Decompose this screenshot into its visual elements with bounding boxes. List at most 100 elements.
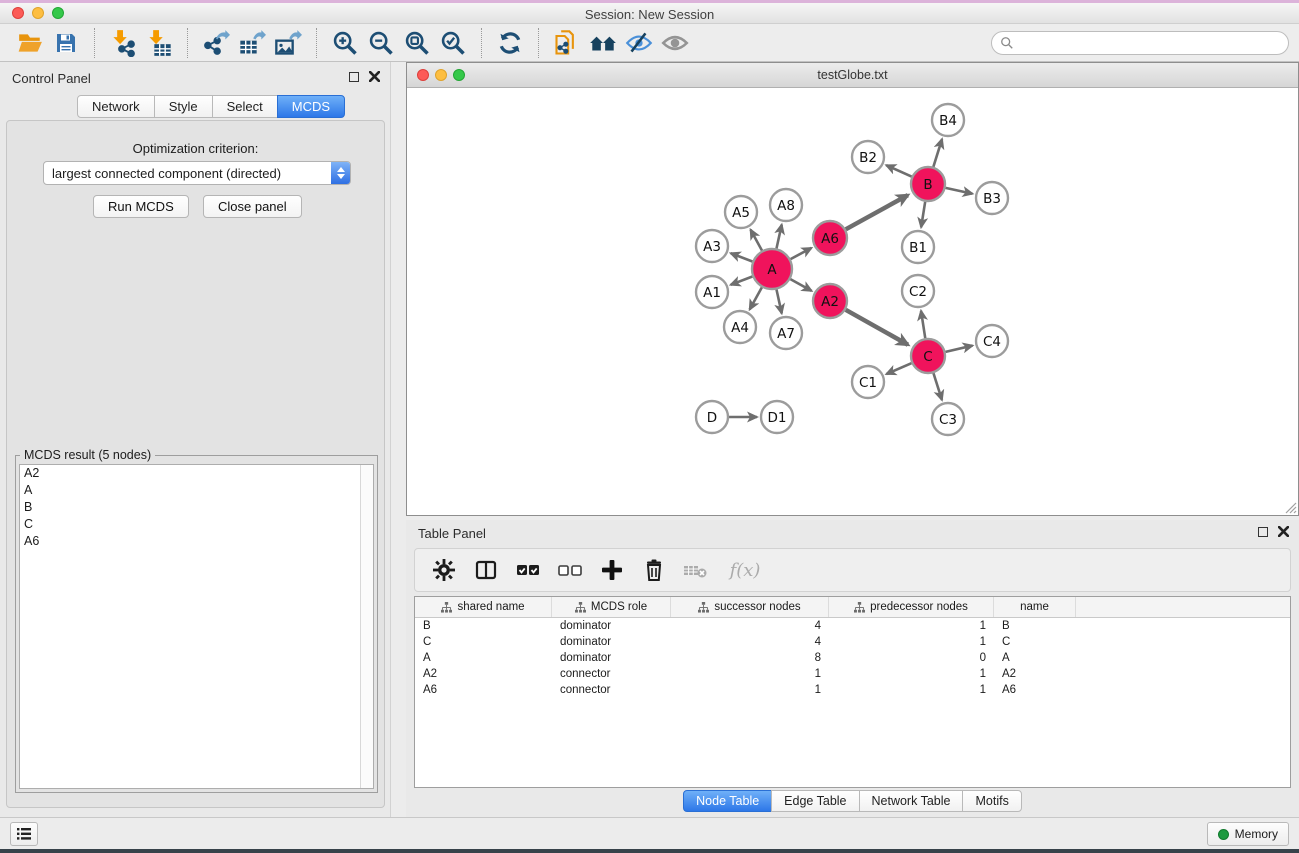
edge-B-B1[interactable] bbox=[921, 202, 925, 227]
graph-node-D[interactable]: D bbox=[696, 401, 728, 433]
table-row[interactable]: A6connector11A6 bbox=[415, 682, 1290, 698]
control-tab-network[interactable]: Network bbox=[77, 95, 155, 118]
graph-node-B1[interactable]: B1 bbox=[902, 231, 934, 263]
edge-A-A2[interactable] bbox=[790, 279, 811, 291]
show-all-eye-icon[interactable] bbox=[657, 27, 693, 59]
mcds-result-item[interactable]: A bbox=[20, 482, 373, 499]
edge-A-A3[interactable] bbox=[731, 253, 753, 261]
export-network-icon[interactable] bbox=[198, 27, 234, 59]
result-list-scrollbar[interactable] bbox=[360, 465, 373, 788]
edge-C-C1[interactable] bbox=[886, 363, 911, 374]
new-network-from-selection-icon[interactable] bbox=[549, 27, 585, 59]
network-graph-canvas[interactable]: A A1 A2 A3 A4 A5 A6 A7 A8 B B1 B2 B3 B4 C C1 C2 C3 C4 D D1 bbox=[407, 88, 1298, 515]
graph-node-A4[interactable]: A4 bbox=[724, 311, 756, 343]
export-image-icon[interactable] bbox=[270, 27, 306, 59]
add-column-icon[interactable] bbox=[595, 553, 629, 587]
column-header-successor-nodes[interactable]: successor nodes bbox=[671, 597, 829, 617]
column-header-MCDS-role[interactable]: MCDS role bbox=[552, 597, 671, 617]
delete-table-icon[interactable] bbox=[679, 553, 713, 587]
task-history-button[interactable] bbox=[10, 822, 38, 846]
settings-gear-icon[interactable] bbox=[427, 553, 461, 587]
graph-node-C1[interactable]: C1 bbox=[852, 366, 884, 398]
control-tab-mcds[interactable]: MCDS bbox=[277, 95, 345, 118]
control-tab-select[interactable]: Select bbox=[212, 95, 278, 118]
edge-A-A6[interactable] bbox=[791, 248, 812, 259]
function-builder-icon[interactable]: f(x) bbox=[721, 553, 769, 587]
edge-B-B3[interactable] bbox=[946, 188, 973, 194]
close-table-panel-icon[interactable] bbox=[1278, 526, 1289, 537]
table-row[interactable]: Adominator80A bbox=[415, 650, 1290, 666]
float-table-panel-icon[interactable] bbox=[1258, 527, 1268, 537]
graph-node-B4[interactable]: B4 bbox=[932, 104, 964, 136]
refresh-icon[interactable] bbox=[492, 27, 528, 59]
graph-node-A5[interactable]: A5 bbox=[725, 196, 757, 228]
graph-node-B2[interactable]: B2 bbox=[852, 141, 884, 173]
table-row[interactable]: A2connector11A2 bbox=[415, 666, 1290, 682]
window-resize-grip[interactable] bbox=[1283, 500, 1297, 514]
table-tab-edge-table[interactable]: Edge Table bbox=[771, 790, 859, 812]
zoom-in-icon[interactable] bbox=[327, 27, 363, 59]
import-network-icon[interactable] bbox=[105, 27, 141, 59]
mcds-result-item[interactable]: A6 bbox=[20, 533, 373, 550]
edge-B-B4[interactable] bbox=[933, 139, 942, 167]
edge-A-A7[interactable] bbox=[776, 290, 781, 314]
close-panel-button[interactable]: Close panel bbox=[203, 195, 302, 218]
graph-node-A1[interactable]: A1 bbox=[696, 276, 728, 308]
edge-C-C4[interactable] bbox=[946, 346, 973, 352]
memory-button[interactable]: Memory bbox=[1207, 822, 1289, 846]
graph-node-A8[interactable]: A8 bbox=[770, 189, 802, 221]
column-header-predecessor-nodes[interactable]: predecessor nodes bbox=[829, 597, 994, 617]
graph-node-C2[interactable]: C2 bbox=[902, 275, 934, 307]
mcds-result-item[interactable]: B bbox=[20, 499, 373, 516]
hide-selected-eye-icon[interactable] bbox=[621, 27, 657, 59]
export-table-icon[interactable] bbox=[234, 27, 270, 59]
edge-B-B2[interactable] bbox=[886, 165, 911, 176]
graph-node-A2[interactable]: A2 bbox=[813, 284, 847, 318]
network-window-titlebar[interactable]: testGlobe.txt bbox=[407, 63, 1298, 88]
zoom-fit-icon[interactable] bbox=[399, 27, 435, 59]
graph-node-C[interactable]: C bbox=[911, 339, 945, 373]
graph-node-A[interactable]: A bbox=[752, 249, 792, 289]
graph-node-A6[interactable]: A6 bbox=[813, 221, 847, 255]
graph-node-A3[interactable]: A3 bbox=[696, 230, 728, 262]
edge-C-C2[interactable] bbox=[921, 311, 925, 338]
mcds-result-item[interactable]: A2 bbox=[20, 465, 373, 482]
close-panel-icon[interactable] bbox=[369, 71, 380, 82]
graph-node-B[interactable]: B bbox=[911, 167, 945, 201]
search-input[interactable] bbox=[1014, 36, 1280, 50]
zoom-selected-icon[interactable] bbox=[435, 27, 471, 59]
edge-A2-C[interactable] bbox=[846, 310, 908, 345]
toggle-column-view-icon[interactable] bbox=[469, 553, 503, 587]
optimization-criterion-dropdown[interactable]: largest connected component (directed) bbox=[43, 161, 351, 185]
mcds-result-item[interactable]: C bbox=[20, 516, 373, 533]
table-row[interactable]: Cdominator41C bbox=[415, 634, 1290, 650]
run-mcds-button[interactable]: Run MCDS bbox=[93, 195, 189, 218]
graph-node-D1[interactable]: D1 bbox=[761, 401, 793, 433]
zoom-out-icon[interactable] bbox=[363, 27, 399, 59]
edge-C-C3[interactable] bbox=[933, 373, 942, 400]
float-panel-icon[interactable] bbox=[349, 72, 359, 82]
save-session-icon[interactable] bbox=[48, 27, 84, 59]
graph-node-B3[interactable]: B3 bbox=[976, 182, 1008, 214]
search-box[interactable] bbox=[991, 31, 1289, 55]
edge-A-A8[interactable] bbox=[776, 225, 781, 249]
home-layout-icon[interactable] bbox=[585, 27, 621, 59]
edge-A-A1[interactable] bbox=[731, 277, 753, 285]
edge-A-A5[interactable] bbox=[751, 230, 762, 251]
select-all-rows-icon[interactable] bbox=[511, 553, 545, 587]
open-file-icon[interactable] bbox=[12, 27, 48, 59]
table-tab-node-table[interactable]: Node Table bbox=[683, 790, 772, 812]
column-header-name[interactable]: name bbox=[994, 597, 1076, 617]
graph-node-A7[interactable]: A7 bbox=[770, 317, 802, 349]
graph-node-C3[interactable]: C3 bbox=[932, 403, 964, 435]
edge-A-A4[interactable] bbox=[750, 287, 762, 309]
table-tab-motifs[interactable]: Motifs bbox=[962, 790, 1021, 812]
control-tab-style[interactable]: Style bbox=[154, 95, 213, 118]
graph-node-C4[interactable]: C4 bbox=[976, 325, 1008, 357]
delete-columns-trash-icon[interactable] bbox=[637, 553, 671, 587]
deselect-all-rows-icon[interactable] bbox=[553, 553, 587, 587]
edge-A6-B[interactable] bbox=[846, 195, 908, 229]
column-header-shared-name[interactable]: shared name bbox=[415, 597, 552, 617]
table-row[interactable]: Bdominator41B bbox=[415, 618, 1290, 634]
table-tab-network-table[interactable]: Network Table bbox=[859, 790, 964, 812]
